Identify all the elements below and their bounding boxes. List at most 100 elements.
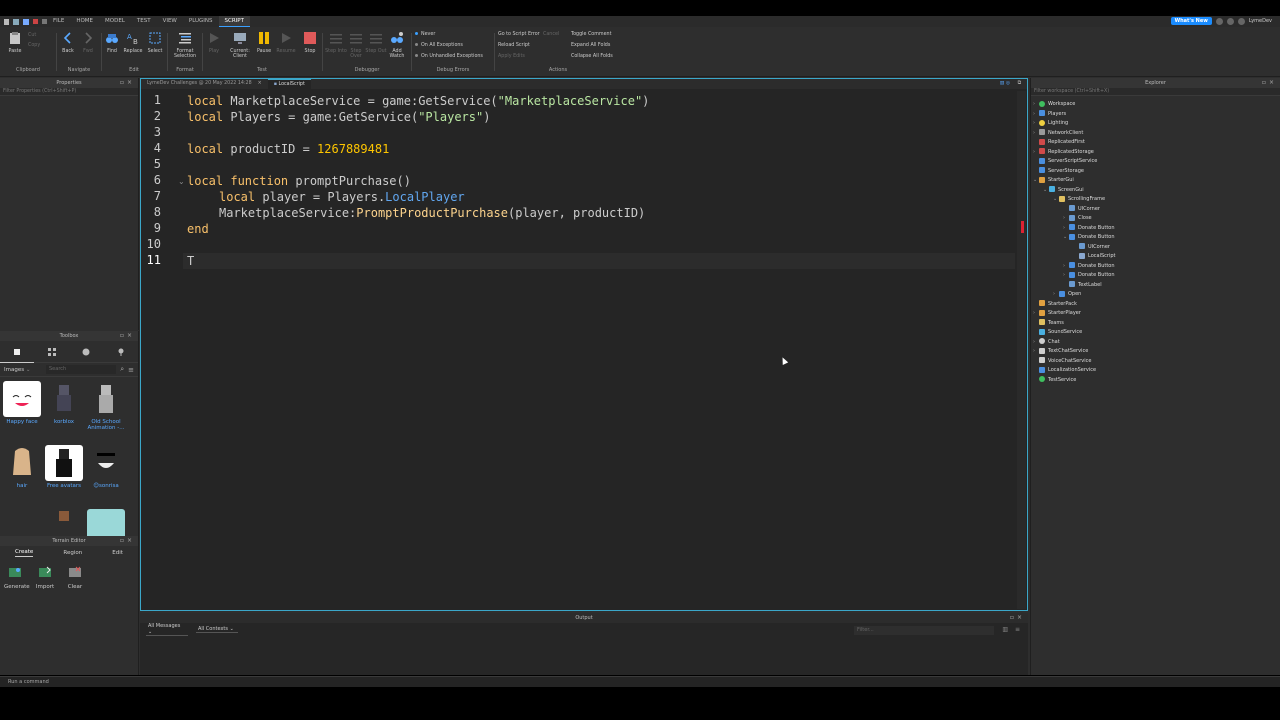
toolbox-item[interactable]: hair bbox=[2, 445, 42, 489]
apply-edits-button[interactable]: Apply Edits bbox=[498, 54, 525, 59]
tree-node-donate-button[interactable]: › Donate Button bbox=[1063, 262, 1115, 271]
menu-tab-home[interactable]: HOME bbox=[70, 16, 99, 27]
on-all-exceptions-radio[interactable]: On All Exceptions bbox=[415, 43, 463, 48]
category-select[interactable]: Images ⌄ bbox=[4, 367, 42, 373]
select-button[interactable]: Select bbox=[144, 31, 166, 54]
tree-node-startergui[interactable]: ⌄ StarterGui bbox=[1033, 176, 1074, 185]
tree-node-workspace[interactable]: › Workspace bbox=[1033, 100, 1075, 109]
user-avatar-icon[interactable] bbox=[1237, 17, 1245, 25]
menu-tab-script[interactable]: SCRIPT bbox=[218, 16, 250, 27]
toolbox-item[interactable]: Happy face bbox=[2, 381, 42, 425]
tab-inventory[interactable] bbox=[35, 341, 69, 363]
tree-node-replicatedstorage[interactable]: › ReplicatedStorage bbox=[1033, 148, 1094, 157]
tree-node-replicatedfirst[interactable]: ReplicatedFirst bbox=[1033, 138, 1085, 147]
tree-node-serverstorage[interactable]: ServerStorage bbox=[1033, 167, 1084, 176]
tree-node-textlabel[interactable]: TextLabel bbox=[1063, 281, 1102, 290]
tab-marketplace[interactable] bbox=[0, 341, 35, 363]
properties-filter-input[interactable]: Filter Properties (Ctrl+Shift+P) bbox=[0, 88, 138, 96]
paste-button[interactable]: Paste bbox=[4, 31, 26, 54]
command-bar-input[interactable]: Run a command bbox=[8, 679, 49, 685]
never-radio[interactable]: Never bbox=[415, 32, 435, 37]
expand-all-folds-button[interactable]: Expand All Folds bbox=[571, 43, 610, 48]
clear-button[interactable]: Clear bbox=[64, 566, 86, 590]
tree-node-lighting[interactable]: › Lighting bbox=[1033, 119, 1068, 128]
toolbox-item[interactable]: 😊sonrisa bbox=[86, 445, 126, 489]
panel-controls[interactable]: ▫× bbox=[120, 331, 135, 341]
toolbox-item[interactable]: korblox bbox=[44, 381, 84, 425]
tree-node-soundservice[interactable]: SoundService bbox=[1033, 328, 1082, 337]
tree-node-uicorner[interactable]: UICorner bbox=[1073, 243, 1110, 252]
tab-place[interactable]: LymeDev Challenges @ 20 May 2022 14:28 × bbox=[141, 79, 268, 89]
forward-button[interactable]: Fwd bbox=[77, 31, 99, 54]
tree-node-networkclient[interactable]: › NetworkClient bbox=[1033, 129, 1083, 138]
code-area[interactable]: local MarketplaceService = game:GetServi… bbox=[187, 91, 649, 268]
stop-button[interactable]: Stop bbox=[299, 31, 321, 54]
pause-button[interactable]: Pause bbox=[253, 31, 275, 54]
filter-icon[interactable]: ≡ bbox=[128, 366, 134, 374]
tree-node-donate-button[interactable]: › Donate Button bbox=[1063, 271, 1115, 280]
tree-node-serverscriptservice[interactable]: ServerScriptService bbox=[1033, 157, 1097, 166]
editor-scrollbar[interactable] bbox=[1017, 91, 1026, 609]
step-over-button[interactable]: Step Over bbox=[345, 31, 367, 59]
cut-button[interactable]: Cut bbox=[28, 33, 36, 38]
step-out-button[interactable]: Step Out bbox=[365, 31, 387, 54]
command-bar[interactable]: Run a command bbox=[0, 676, 1280, 687]
tree-node-close[interactable]: › Close bbox=[1063, 214, 1092, 223]
resume-button[interactable]: Resume bbox=[275, 31, 297, 54]
toolbox-item[interactable]: Free avatars bbox=[44, 445, 84, 489]
close-icon[interactable]: × bbox=[258, 81, 262, 86]
menu-tab-file[interactable]: FILE bbox=[47, 16, 70, 27]
menu-tab-test[interactable]: TEST bbox=[131, 16, 157, 27]
panel-controls[interactable]: ▫× bbox=[1010, 613, 1025, 623]
editor-view-options[interactable]: ▥ ◎ ⧉ bbox=[994, 79, 1027, 89]
tab-localscript[interactable]: ▪ LocalScript bbox=[267, 79, 311, 89]
tree-node-scrollingframe[interactable]: ⌄ ScrollingFrame bbox=[1053, 195, 1105, 204]
tree-node-localizationservice[interactable]: LocalizationService bbox=[1033, 366, 1096, 375]
on-unhandled-exceptions-radio[interactable]: On Unhandled Exceptions bbox=[415, 54, 483, 59]
find-button[interactable]: Find bbox=[101, 31, 123, 54]
tree-node-screengui[interactable]: ⌄ ScreenGui bbox=[1043, 186, 1084, 195]
tree-node-open[interactable]: › Open bbox=[1053, 290, 1081, 299]
share-icon[interactable] bbox=[1215, 17, 1223, 25]
import-button[interactable]: Import bbox=[34, 566, 56, 590]
toolbox-item[interactable]: Old School Animation -... bbox=[86, 381, 126, 431]
menu-icon[interactable]: ≡ bbox=[1015, 626, 1020, 633]
tree-node-donate-button[interactable]: › Donate Button bbox=[1063, 224, 1115, 233]
step-into-button[interactable]: Step Into bbox=[325, 31, 347, 54]
save-icon[interactable] bbox=[23, 18, 29, 25]
tree-node-players[interactable]: › Players bbox=[1033, 110, 1066, 119]
tab-edit[interactable]: Edit bbox=[112, 550, 123, 556]
back-button[interactable]: Back bbox=[57, 31, 79, 54]
tree-node-localscript[interactable]: LocalScript bbox=[1073, 252, 1115, 261]
reload-script-button[interactable]: Reload Script bbox=[498, 43, 530, 48]
play-button[interactable]: Play bbox=[203, 31, 225, 54]
menu-tab-model[interactable]: MODEL bbox=[99, 16, 131, 27]
tab-recent[interactable] bbox=[69, 341, 103, 363]
current-client-button[interactable]: Current: Client bbox=[227, 31, 253, 59]
tree-node-textchatservice[interactable]: › TextChatService bbox=[1033, 347, 1088, 356]
tab-creations[interactable] bbox=[104, 341, 138, 363]
tree-node-starterplayer[interactable]: › StarterPlayer bbox=[1033, 309, 1081, 318]
cancel-button[interactable]: Cancel bbox=[543, 32, 559, 37]
tree-node-voicechatservice[interactable]: VoiceChatService bbox=[1033, 357, 1091, 366]
new-file-icon[interactable] bbox=[4, 18, 9, 25]
tree-node-teams[interactable]: Teams bbox=[1033, 319, 1064, 328]
copy-button[interactable]: Copy bbox=[28, 43, 40, 48]
panel-controls[interactable]: ▫× bbox=[120, 78, 135, 88]
open-icon[interactable] bbox=[13, 18, 19, 25]
collapse-all-folds-button[interactable]: Collapse All Folds bbox=[571, 54, 613, 59]
format-selection-button[interactable]: Format Selection bbox=[172, 31, 198, 59]
tree-node-chat[interactable]: › Chat bbox=[1033, 338, 1060, 347]
user-name[interactable]: LymeDev bbox=[1249, 18, 1272, 24]
go-to-script-error-button[interactable]: Go to Script Error bbox=[498, 32, 540, 37]
tree-node-testservice[interactable]: TestService bbox=[1033, 376, 1076, 385]
tree-node-uicorner[interactable]: UICorner bbox=[1063, 205, 1100, 214]
panel-controls[interactable]: ▫× bbox=[120, 536, 135, 546]
undo-icon[interactable] bbox=[33, 19, 38, 24]
panel-controls[interactable]: ▫× bbox=[1262, 78, 1277, 88]
tree-node-starterpack[interactable]: StarterPack bbox=[1033, 300, 1077, 309]
generate-button[interactable]: Generate bbox=[4, 566, 30, 590]
add-watch-button[interactable]: Add Watch bbox=[386, 31, 408, 59]
fold-chevron-icon[interactable]: ⌄ bbox=[178, 177, 185, 186]
menu-tab-plugins[interactable]: PLUGINS bbox=[183, 16, 219, 27]
